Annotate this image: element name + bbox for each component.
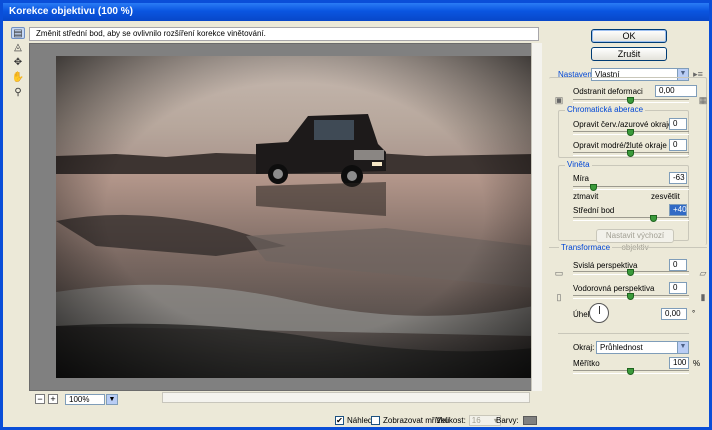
move-grid-tool-icon[interactable]: ✥ [11,57,25,69]
distortion-field[interactable]: 0,00 [655,85,697,97]
grid-color-row: Barvy: [496,413,537,427]
reset-default-button[interactable]: Nastavit výchozí objektiv [596,229,674,252]
blue-yellow-slider[interactable] [573,150,689,157]
slider-thumb[interactable] [627,368,634,375]
barrel-icon: ▦ [698,95,708,105]
grid-color-label: Barvy: [496,415,519,425]
tool-column: ▤ ◬ ✥ ✋ ⚲ [7,25,29,421]
blue-yellow-field[interactable]: 0 [669,139,687,151]
pincushion-icon: ▣ [554,95,564,105]
vertical-perspective-field[interactable]: 0 [669,259,687,271]
horizontal-perspective-field[interactable]: 0 [669,282,687,294]
vignette-midpoint-slider[interactable] [573,215,689,222]
vignette-amount-field[interactable]: -63 [669,172,687,184]
slider-thumb[interactable] [627,269,634,276]
preview-photo [56,56,534,378]
vignette-midpoint-field[interactable]: +40 [669,204,687,216]
chromatic-legend: Chromatická aberace [565,105,646,114]
grid-size-row: Velikost: 16 ▾ [436,413,501,427]
preview-checkbox[interactable]: ✔ [335,415,344,425]
distortion-slider[interactable] [573,97,689,104]
edge-value: Průhlednost [600,343,643,352]
horizontal-perspective-label: Vodorovná perspektiva [573,284,655,293]
chevron-down-icon[interactable]: ▼ [677,342,688,353]
preview-checkbox-row[interactable]: ✔ Náhled [335,413,372,427]
vertical-scrollbar[interactable] [531,43,542,391]
straighten-tool-icon[interactable]: ◬ [11,42,25,54]
slider-thumb[interactable] [627,150,634,157]
scale-slider[interactable] [573,368,689,375]
show-grid-checkbox[interactable] [371,415,380,425]
chevron-down-icon[interactable]: ▼ [106,393,118,405]
angle-unit: ° [692,309,696,318]
angle-dial[interactable] [589,303,609,323]
vignette-legend: Viněta [565,160,592,169]
preview-canvas[interactable] [29,43,542,391]
window-title: Korekce objektivu (100 %) [3,3,709,21]
grid-color-swatch[interactable] [522,415,537,425]
darken-label: ztmavit [573,192,599,201]
red-cyan-label: Opravit červ./azurové okraje [573,120,673,129]
lighten-label: zesvětlit [651,192,680,201]
blue-yellow-label: Opravit modré/žluté okraje [573,141,667,150]
edge-select[interactable]: Průhlednost ▼ [596,341,689,354]
horizontal-perspective-right-icon: ▮ [700,292,706,302]
remove-distortion-tool-icon[interactable]: ▤ [11,27,25,39]
edge-label: Okraj: [573,343,595,352]
zoom-controls: − + 100% ▼ [35,393,118,405]
slider-thumb[interactable] [650,215,658,222]
zoom-tool-icon[interactable]: ⚲ [11,87,25,99]
lens-correction-window: Korekce objektivu (100 %) ▤ ◬ ✥ ✋ ⚲ Změn… [0,0,712,430]
vignette-midpoint-label: Střední bod [573,206,615,215]
hint-text: Změnit střední bod, aby se ovlivnilo roz… [29,27,539,41]
angle-field[interactable]: 0,00 [661,308,687,320]
vignette-amount-slider[interactable] [573,184,689,191]
edge-separator [558,333,689,334]
slider-thumb[interactable] [627,293,634,300]
slider-thumb[interactable] [590,184,598,191]
zoom-in-button[interactable]: + [48,394,58,404]
scale-unit: % [693,359,701,368]
slider-thumb[interactable] [627,129,634,136]
red-cyan-field[interactable]: 0 [669,118,687,130]
zoom-select[interactable]: 100% ▼ [65,393,118,405]
red-cyan-slider[interactable] [573,129,689,136]
grid-size-label: Velikost: [436,415,466,425]
horizontal-scrollbar[interactable] [162,392,530,403]
horizontal-perspective-slider[interactable] [573,293,689,300]
vertical-perspective-left-icon: ▭ [554,268,564,278]
zoom-out-button[interactable]: − [35,394,45,404]
zoom-value: 100% [69,394,90,404]
scale-field[interactable]: 100 [669,357,689,369]
ok-button[interactable]: OK [591,29,667,43]
preview-label: Náhled [347,415,373,425]
vertical-perspective-slider[interactable] [573,269,689,276]
hand-tool-icon[interactable]: ✋ [11,72,25,84]
cancel-button[interactable]: Zrušit [591,47,667,61]
vertical-perspective-right-icon: ▱ [699,268,707,278]
distortion-label: Odstranit deformaci [573,87,643,96]
slider-thumb[interactable] [627,97,634,104]
vignette-amount-label: Míra [573,174,589,183]
transform-legend: Transformace [559,243,613,252]
horizontal-perspective-left-icon: ▯ [556,292,562,302]
scale-label: Měřítko [573,359,600,368]
